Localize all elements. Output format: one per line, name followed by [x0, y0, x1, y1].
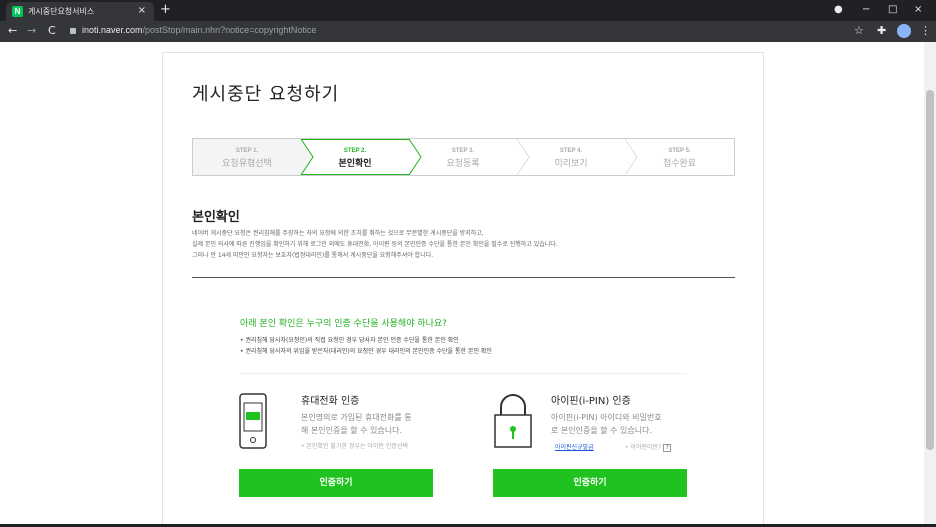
phone-auth-note: • 본인확인 불가한 경우는 아이핀 인증선택 — [301, 443, 408, 450]
ipin-signup-link[interactable]: 아이핀신규발급 — [555, 442, 594, 451]
step-3: STEP 3. 요청등록 — [446, 148, 480, 169]
content-card: 게시중단 요청하기 STEP 1. 요청유형선택 STEP 2. 본인확인 ST… — [162, 52, 764, 524]
tab-title: 게시중단요청서비스 — [28, 7, 95, 16]
extensions-puzzle-icon[interactable]: ✚ — [877, 24, 886, 38]
new-tab-icon[interactable]: + — [160, 2, 171, 18]
ipin-auth-title: 아이핀(i-PIN) 인증 — [551, 396, 631, 407]
menu-dots-icon[interactable]: ⋮ — [920, 24, 931, 38]
notice-title: 아래 본인 확인은 누구의 인증 수단을 사용해야 하나요? — [240, 319, 447, 329]
tab-close-icon[interactable]: × — [138, 4, 146, 18]
back-arrow-icon[interactable]: ← — [8, 24, 17, 38]
reload-icon[interactable]: C — [48, 24, 56, 38]
step-4: STEP 4. 미리보기 — [554, 148, 588, 169]
close-window-icon[interactable]: × — [914, 3, 922, 17]
ipin-help[interactable]: • 아이핀이란? ? — [625, 442, 672, 452]
browser-tab[interactable]: N 게시중단요청서비스 × — [6, 2, 154, 21]
step-1: STEP 1. 요청유형선택 — [193, 139, 301, 175]
scrollbar-thumb[interactable] — [926, 90, 934, 450]
page-title: 게시중단 요청하기 — [192, 84, 340, 105]
phone-auth-title: 휴대전화 인증 — [301, 396, 360, 407]
notice-item: 권리침해 당사자(요청인)의 직접 요청인 경우 당사자 본인 인증 수단을 통… — [240, 335, 492, 346]
phone-auth-button[interactable]: 인증하기 — [239, 469, 433, 497]
section-title: 본인확인 — [192, 210, 240, 225]
divider — [192, 277, 735, 278]
mobile-phone-icon — [239, 393, 267, 449]
profile-circle-icon[interactable]: ● — [834, 3, 843, 17]
lock-icon — [70, 28, 76, 34]
naver-favicon-icon: N — [12, 6, 23, 17]
address-bar: ← → C inoti.naver.com/postStop/main.nhn?… — [0, 21, 936, 42]
url-field[interactable]: inoti.naver.com/postStop/main.nhn?notice… — [82, 25, 316, 35]
step-indicator: STEP 1. 요청유형선택 STEP 2. 본인확인 STEP 3. 요청등록… — [192, 138, 735, 176]
question-mark-icon[interactable]: ? — [663, 444, 672, 452]
divider — [240, 373, 686, 374]
maximize-icon[interactable]: □ — [888, 3, 897, 17]
phone-auth-desc: 본인명의로 가입된 휴대전화를 통 해 본인인증을 할 수 있습니다. — [301, 413, 412, 435]
tab-strip: N 게시중단요청서비스 × + ● − □ × — [0, 0, 936, 21]
minimize-icon[interactable]: − — [862, 3, 870, 17]
ipin-auth-desc: 아이핀(i-PIN) 아이디와 비밀번호 로 본인인증을 할 수 있습니다. — [551, 413, 662, 435]
page-viewport: 게시중단 요청하기 STEP 1. 요청유형선택 STEP 2. 본인확인 ST… — [0, 42, 924, 524]
vertical-scrollbar[interactable] — [924, 42, 936, 524]
profile-avatar[interactable] — [897, 24, 911, 38]
padlock-icon — [494, 394, 532, 448]
ipin-auth-button[interactable]: 인증하기 — [493, 469, 687, 497]
notice-item: 권리침해 당사자의 위임을 받은자(대리인)의 요청인 경우 대리인의 본인인증… — [240, 346, 491, 357]
step-5: STEP 5. 접수완료 — [662, 148, 697, 169]
step-2: STEP 2. 본인확인 — [338, 148, 372, 169]
bookmark-star-icon[interactable]: ☆ — [854, 24, 864, 38]
description: 네이버 게시중단 요청은 권리침해를 주장하는 자의 요청에 의한 조치를 취하… — [192, 230, 558, 259]
notice-list: 권리침해 당사자(요청인)의 직접 요청인 경우 당사자 본인 인증 수단을 통… — [240, 335, 492, 357]
forward-arrow-icon[interactable]: → — [27, 24, 36, 38]
